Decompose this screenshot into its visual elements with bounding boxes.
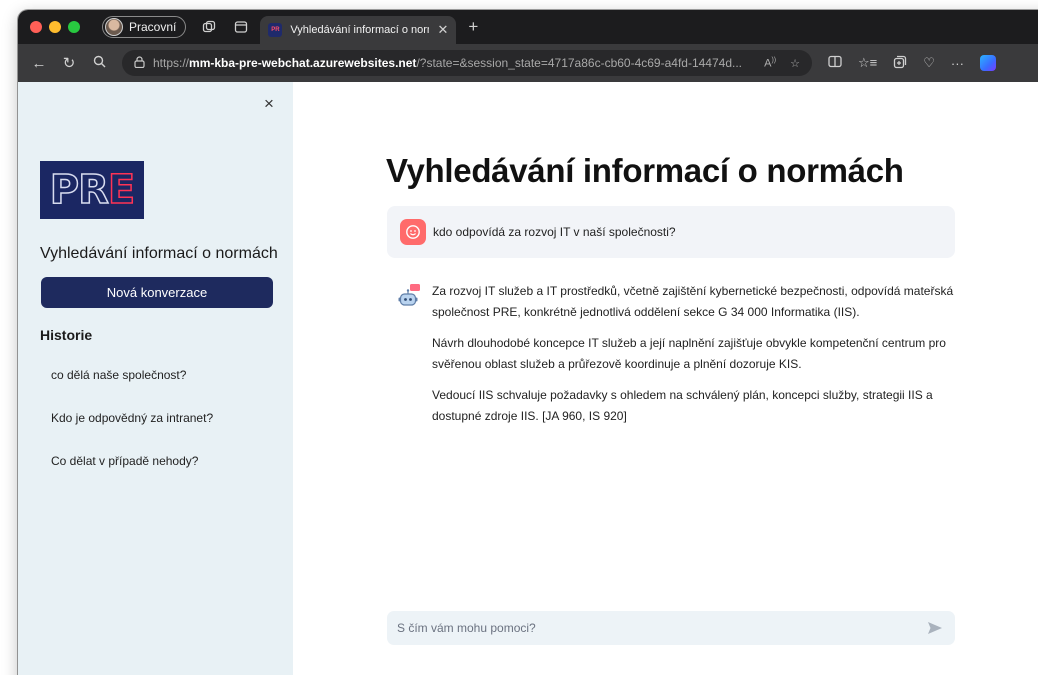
history-heading: Historie [40, 327, 93, 343]
url-scheme: https:// [153, 56, 190, 70]
pre-logo: PRE [40, 161, 144, 219]
browser-window: Pracovní PR Vyhledávání informací o norm… [18, 10, 1038, 675]
more-menu-icon[interactable]: ··· [951, 56, 964, 71]
user-message: kdo odpovídá za rozvoj IT v naší společn… [387, 206, 955, 258]
collections-icon[interactable] [893, 55, 907, 72]
history-item[interactable]: co dělá naše společnost? [51, 368, 213, 411]
favorite-star-icon[interactable]: ☆ [790, 57, 800, 70]
favorites-icon[interactable]: ☆≡ [858, 55, 877, 71]
sidebar-title: Vyhledávání informací o normách [40, 245, 278, 262]
assistant-paragraph: Za rozvoj IT služeb a IT prostředků, vče… [432, 284, 954, 319]
logo-text-main: PR [49, 166, 110, 214]
split-screen-icon[interactable] [828, 55, 842, 71]
profile-button[interactable]: Pracovní [102, 16, 187, 38]
url-host: mm-kba-pre-webchat.azurewebsites.net [189, 56, 417, 70]
close-window-button[interactable] [30, 21, 42, 33]
new-conversation-button[interactable]: Nová konverzace [41, 277, 273, 308]
copilot-icon[interactable] [979, 55, 996, 71]
page-title: Vyhledávání informací o normách [386, 152, 904, 189]
browser-tab[interactable]: PR Vyhledávání informací o normác ✕ [260, 16, 457, 44]
browser-titlebar: Pracovní PR Vyhledávání informací o norm… [18, 10, 1038, 44]
maximize-window-button[interactable] [68, 21, 80, 33]
search-icon[interactable] [84, 55, 114, 72]
assistant-paragraph: Návrh dlouhodobé koncepce IT služeb a je… [432, 336, 946, 371]
app-root: × PRE Vyhledávání informací o normách No… [18, 82, 1038, 675]
url-text: https://mm-kba-pre-webchat.azurewebsites… [153, 56, 756, 70]
user-message-text: kdo odpovídá za rozvoj IT v naší společn… [433, 225, 676, 239]
tab-title: Vyhledávání informací o normác [290, 24, 429, 36]
address-bar-actions: A)) ☆ [764, 57, 800, 70]
logo-text: PRE [49, 166, 136, 214]
url-path: /?state=&session_state=4717a86c-cb60-4c6… [416, 56, 743, 70]
lock-icon [134, 55, 145, 71]
browser-essentials-icon[interactable]: ♡ [923, 55, 935, 71]
browser-toolbar: ← ↻ https://mm-kba-pre-webchat.azurewebs… [18, 44, 1038, 82]
assistant-message-body: Za rozvoj IT služeb a IT prostředků, vče… [432, 281, 958, 427]
read-aloud-icon[interactable]: A)) [764, 57, 776, 70]
send-arrow-icon[interactable] [925, 618, 945, 638]
window-controls [30, 21, 80, 33]
chat-main: Vyhledávání informací o normách kdo odpo… [293, 82, 1038, 675]
minimize-window-button[interactable] [49, 21, 61, 33]
smiley-face-icon [400, 219, 426, 245]
chat-input-box [387, 611, 955, 645]
tab-favicon: PR [268, 23, 283, 37]
assistant-paragraph: Vedoucí IIS schvaluje požadavky s ohlede… [432, 388, 933, 423]
profile-avatar [105, 18, 123, 36]
address-bar[interactable]: https://mm-kba-pre-webchat.azurewebsites… [122, 50, 812, 76]
chat-input[interactable] [397, 621, 925, 635]
workspaces-icon[interactable] [200, 18, 218, 36]
history-item[interactable]: Kdo je odpovědný za intranet? [51, 411, 213, 454]
new-tab-icon[interactable]: + [468, 17, 478, 37]
history-list: co dělá naše společnost? Kdo je odpovědn… [51, 368, 213, 497]
sidebar: × PRE Vyhledávání informací o normách No… [18, 82, 293, 675]
profile-label: Pracovní [129, 20, 177, 34]
history-item[interactable]: Co dělat v případě nehody? [51, 454, 213, 497]
tab-actions-icon[interactable] [232, 18, 250, 36]
logo-text-accent: E [107, 166, 136, 214]
refresh-icon[interactable]: ↻ [54, 54, 84, 72]
toolbar-extensions: ☆≡ ♡ ··· [828, 55, 996, 72]
tab-close-icon[interactable]: ✕ [437, 22, 448, 38]
sidebar-close-icon[interactable]: × [264, 94, 274, 114]
back-icon[interactable]: ← [24, 55, 54, 72]
robot-icon [398, 283, 422, 309]
assistant-message: Za rozvoj IT služeb a IT prostředků, vče… [398, 281, 958, 437]
